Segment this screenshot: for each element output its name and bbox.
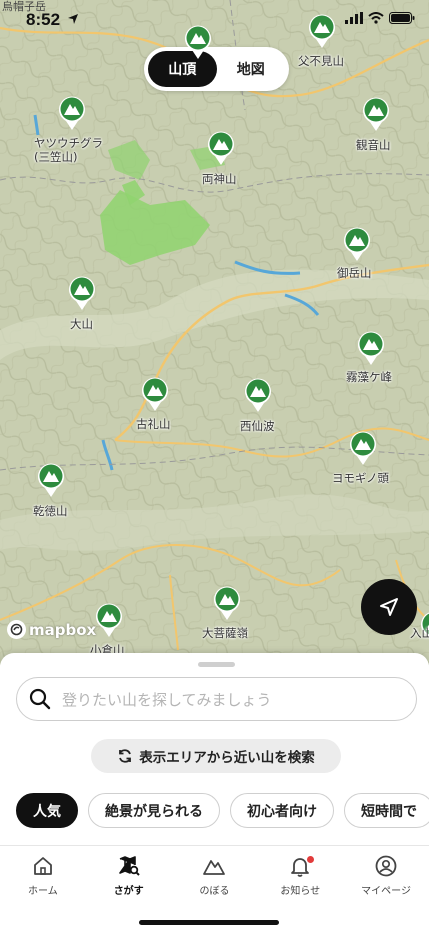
wifi-icon [368,12,384,24]
search-icon [29,688,51,710]
mountain-label: 乾徳山 [33,504,68,518]
mountain-pin-icon[interactable] [362,96,390,132]
person-icon [375,855,397,877]
map-search-icon [118,856,140,876]
mountain-pin-icon[interactable] [141,376,169,412]
tab-mypage[interactable]: マイページ [343,846,429,905]
mountain-pin-icon[interactable] [95,602,123,638]
notification-badge [307,856,315,863]
search-placeholder: 登りたい山を探してみましょう [62,690,272,709]
home-indicator [139,920,279,925]
refresh-icon [119,749,132,763]
mountain-pin-icon[interactable] [207,130,235,166]
mountain-label: ヤツウチグラ (三笠山) [34,136,103,164]
mountain-label: 西仙波 [240,419,275,433]
signal-icon [345,12,363,24]
search-nearby-button[interactable]: 表示エリアから近い山を検索 [91,739,341,773]
status-time: 8:52 [26,10,79,30]
mountain-label: 御岳山 [337,266,372,280]
mountain-pin-icon[interactable] [58,95,86,131]
mountain-pin-icon[interactable] [68,275,96,311]
view-toggle: 山頂 地図 [144,47,289,91]
mountain-label: 父不見山 [298,54,344,68]
current-location-button[interactable] [361,579,417,635]
mountain-label: ヨモギノ頭 [332,471,390,485]
tab-climb[interactable]: のぼる [172,846,258,905]
mountain-pin-icon[interactable] [308,13,336,49]
mountain-label: 大山 [70,317,93,331]
home-icon [33,857,52,875]
mountain-search-input[interactable]: 登りたい山を探してみましょう [16,677,417,721]
mountain-label: 両神山 [202,172,237,186]
navigation-arrow-icon [380,598,398,616]
filter-chip-scenic[interactable]: 絶景が見られる [88,793,220,828]
mountain-pin-icon[interactable] [343,226,371,262]
tab-bar: ホーム さがす のぼる お知らせ マイページ [0,845,429,905]
mountain-pin-icon[interactable] [357,330,385,366]
mountain-label: 観音山 [356,138,391,152]
bottom-sheet: 登りたい山を探してみましょう 表示エリアから近い山を検索 人気 絶景が見られる … [0,653,429,925]
mountain-pin-icon[interactable] [244,377,272,413]
filter-chips: 人気 絶景が見られる 初心者向け 短時間で [16,793,429,828]
mapbox-attribution[interactable]: mapbox [7,620,96,639]
filter-chip-popular[interactable]: 人気 [16,793,78,828]
filter-chip-short[interactable]: 短時間で [344,793,429,828]
mountain-icon [203,860,226,875]
map-view[interactable]: 烏帽子岳 8:52 山頂 地図 ヤツウチグラ (三笠山) 両神山 父不見山 観音山 御岳… [0,0,429,665]
mapbox-logo-icon [7,620,26,639]
status-icons [345,12,415,24]
mountain-pin-icon[interactable] [213,585,241,621]
mountain-label: 古礼山 [136,417,171,431]
mountain-pin-icon[interactable] [37,462,65,498]
mountain-pin-icon[interactable] [349,430,377,466]
tab-notifications[interactable]: お知らせ [257,846,343,905]
tab-search[interactable]: さがす [86,846,172,905]
battery-icon [389,12,415,24]
map-toggle-button[interactable]: 地図 [217,51,286,87]
mountain-pin-icon[interactable] [184,24,212,60]
location-arrow-icon [67,14,78,24]
sheet-drag-handle[interactable] [198,662,235,667]
mountain-label: 入山 [410,626,429,640]
tab-home[interactable]: ホーム [0,846,86,905]
filter-chip-beginner[interactable]: 初心者向け [230,793,334,828]
mountain-label: 大菩薩嶺 [202,626,248,640]
mountain-label: 霧藻ケ峰 [346,370,392,384]
